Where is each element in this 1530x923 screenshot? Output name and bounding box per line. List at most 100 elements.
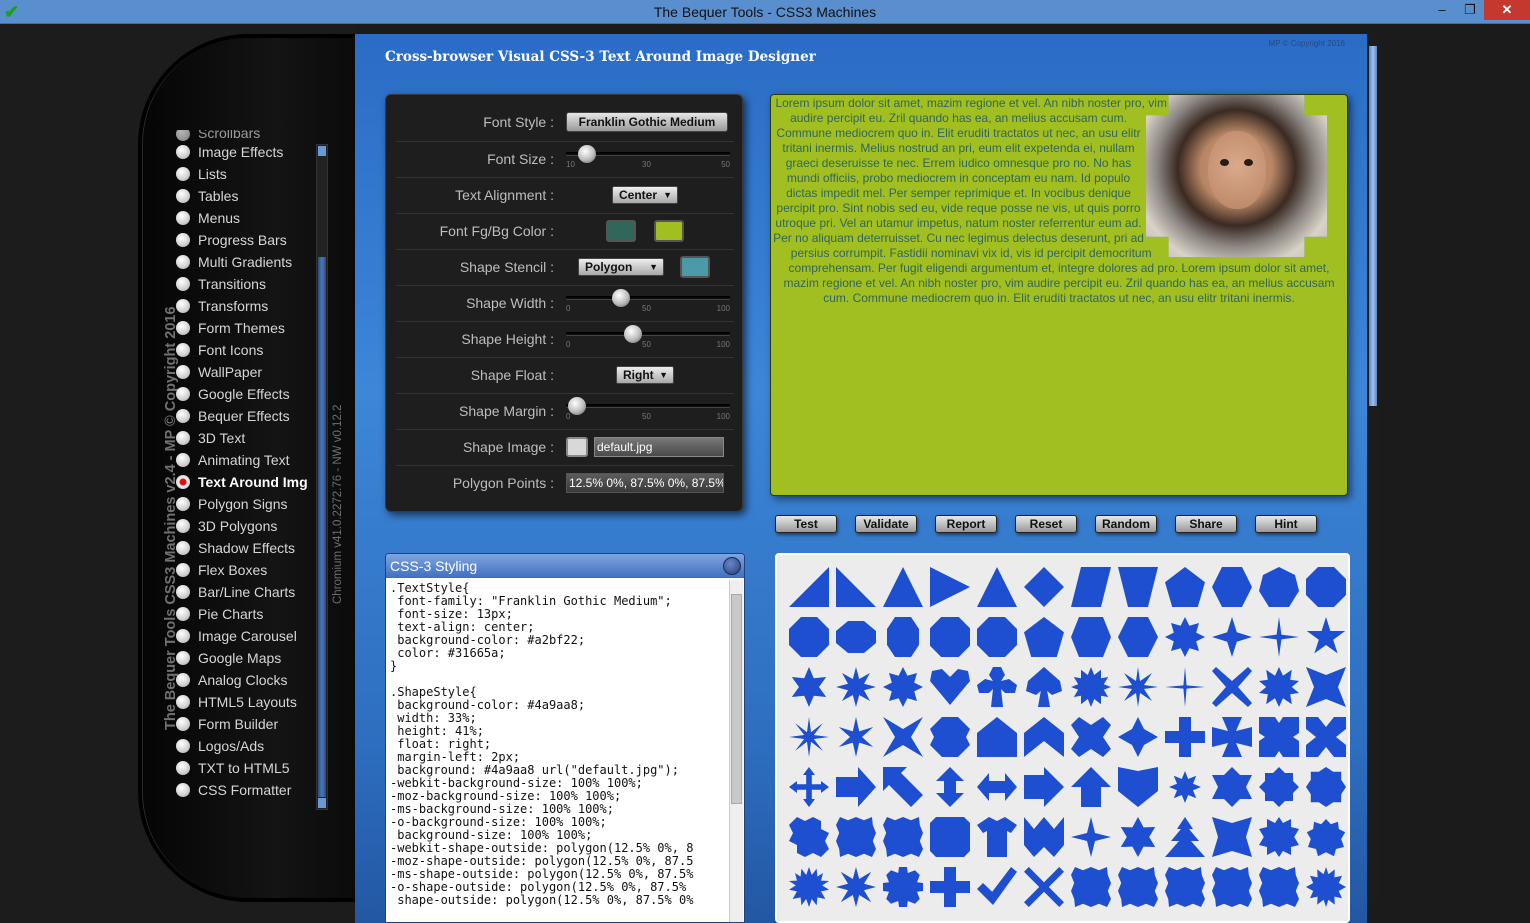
shape-star-4-thin-icon[interactable]: [1259, 617, 1299, 657]
radio-icon[interactable]: [176, 431, 190, 445]
polygon-points-field[interactable]: 12.5% 0%, 87.5% 0%, 87.5% 12.5%: [566, 473, 724, 493]
shape-arrow-leftright-icon[interactable]: [977, 773, 1017, 801]
shape-cross-x-icon[interactable]: [1212, 667, 1252, 707]
shape-heptagon-icon[interactable]: [1259, 567, 1299, 607]
sidebar-item-tables[interactable]: Tables: [176, 185, 316, 207]
radio-icon[interactable]: [176, 651, 190, 665]
radio-icon[interactable]: [176, 563, 190, 577]
shape-star-tree-icon[interactable]: [1165, 817, 1205, 857]
radio-icon[interactable]: [176, 717, 190, 731]
shape-arrow-updown-icon[interactable]: [936, 767, 964, 807]
shape-image-field[interactable]: default.jpg: [594, 437, 724, 457]
shape-maltese-icon[interactable]: [1071, 717, 1111, 757]
shape-ellipse-octagon-icon[interactable]: [836, 621, 876, 653]
shape-right-triangle-icon[interactable]: [836, 567, 876, 607]
radio-icon[interactable]: [176, 475, 190, 489]
main-scroll-thumb[interactable]: [1369, 46, 1377, 406]
sidebar-scroll-thumb[interactable]: [318, 257, 326, 797]
shape-arrow-corners-icon[interactable]: [1306, 717, 1346, 757]
sidebar-item-text-around-img[interactable]: Text Around Img: [176, 471, 316, 493]
sidebar-item-shadow-effects[interactable]: Shadow Effects: [176, 537, 316, 559]
sidebar-scrollbar[interactable]: [316, 144, 328, 810]
shape-gear-square-icon[interactable]: [1071, 867, 1111, 907]
shape-chevron-up-icon[interactable]: [1024, 717, 1064, 757]
radio-icon[interactable]: [176, 343, 190, 357]
sidebar-item-transforms[interactable]: Transforms: [176, 295, 316, 317]
radio-icon[interactable]: [176, 585, 190, 599]
sidebar-item-font-icons[interactable]: Font Icons: [176, 339, 316, 361]
shape-gear-icon[interactable]: [883, 867, 923, 907]
shape-parallelogram-icon[interactable]: [1071, 567, 1111, 607]
minimize-button[interactable]: –: [1428, 0, 1456, 20]
validate-button[interactable]: Validate: [855, 515, 917, 533]
radio-icon[interactable]: [176, 189, 190, 203]
shape-gear-square-icon[interactable]: [836, 817, 876, 857]
sidebar-item-wallpaper[interactable]: WallPaper: [176, 361, 316, 383]
shape-heart-icon[interactable]: [930, 669, 970, 705]
shape-star-16-icon[interactable]: [789, 867, 829, 907]
shape-arrow-up-icon[interactable]: [1071, 767, 1111, 807]
radio-icon[interactable]: [176, 783, 190, 797]
shape-star-8-rounded-icon[interactable]: [1306, 767, 1346, 807]
css-scroll-thumb[interactable]: [731, 594, 742, 804]
font-style-button[interactable]: Franklin Gothic Medium: [566, 112, 728, 132]
sidebar-item-flex-boxes[interactable]: Flex Boxes: [176, 559, 316, 581]
text-alignment-select[interactable]: Center ▼: [612, 186, 678, 204]
scroll-down-arrow[interactable]: [318, 798, 326, 808]
shape-starburst-icon[interactable]: [1118, 667, 1158, 707]
shape-star-8-sharp-icon[interactable]: [836, 667, 876, 707]
shape-triangle-up-icon[interactable]: [977, 567, 1017, 607]
radio-icon[interactable]: [176, 365, 190, 379]
sidebar-item-animating-text[interactable]: Animating Text: [176, 449, 316, 471]
sidebar-item-bar-line-charts[interactable]: Bar/Line Charts: [176, 581, 316, 603]
sidebar-item-lists[interactable]: Lists: [176, 163, 316, 185]
shape-star-4-icon[interactable]: [1212, 617, 1252, 657]
shape-star-8-thin-icon[interactable]: [789, 717, 829, 757]
radio-icon[interactable]: [176, 233, 190, 247]
test-button[interactable]: Test: [775, 515, 837, 533]
shape-gear-square-icon[interactable]: [1165, 867, 1205, 907]
shape-star-5-icon[interactable]: [1306, 617, 1346, 654]
sidebar-item-image-carousel[interactable]: Image Carousel: [176, 625, 316, 647]
sidebar-item-txt-to-html5[interactable]: TXT to HTML5: [176, 757, 316, 779]
shape-house-icon[interactable]: [977, 717, 1017, 757]
shape-triangle-up-icon[interactable]: [883, 567, 923, 607]
sidebar-item-google-effects[interactable]: Google Effects: [176, 383, 316, 405]
shape-hexagon-icon[interactable]: [1118, 617, 1158, 657]
shape-width-slider[interactable]: 0 50 100: [566, 286, 730, 316]
radio-icon[interactable]: [176, 541, 190, 555]
font-fg-color-swatch[interactable]: [606, 220, 636, 242]
radio-icon[interactable]: [176, 145, 190, 159]
shape-cross-gear-icon[interactable]: [789, 817, 829, 857]
main-scrollbar[interactable]: [1367, 34, 1379, 903]
shape-height-slider[interactable]: 0 50 100: [566, 322, 730, 352]
slider-knob[interactable]: [624, 325, 642, 343]
shape-x-mark-icon[interactable]: [1024, 867, 1064, 907]
slider-knob[interactable]: [578, 145, 596, 163]
shape-sunburst-icon[interactable]: [1306, 867, 1346, 907]
shape-float-select[interactable]: Right ▼: [616, 366, 674, 384]
reset-button[interactable]: Reset: [1015, 515, 1077, 533]
sidebar-item-form-builder[interactable]: Form Builder: [176, 713, 316, 735]
report-button[interactable]: Report: [935, 515, 997, 533]
radio-icon[interactable]: [176, 607, 190, 621]
shape-arrow-right-icon[interactable]: [836, 767, 876, 807]
sidebar-item-multi-gradients[interactable]: Multi Gradients: [176, 251, 316, 273]
shape-star-cross-icon[interactable]: [1071, 817, 1111, 857]
sidebar-item-pie-charts[interactable]: Pie Charts: [176, 603, 316, 625]
shape-plus-icon[interactable]: [1165, 717, 1205, 757]
shape-cross-rounded-icon[interactable]: [1118, 717, 1158, 757]
shape-stencil-select[interactable]: Polygon ▼: [578, 258, 664, 276]
shape-star-sharp-icon[interactable]: [1165, 667, 1205, 707]
shape-star-8-icon[interactable]: [1165, 617, 1205, 657]
font-size-slider[interactable]: 10 30 50: [566, 142, 730, 172]
shape-snow-icon[interactable]: [836, 867, 876, 907]
shape-star-6-big-icon[interactable]: [1120, 817, 1156, 857]
shape-triangle-ne-icon[interactable]: [789, 567, 829, 607]
shape-hexagon-wide-icon[interactable]: [1071, 617, 1111, 657]
sidebar-item-css-formatter[interactable]: CSS Formatter: [176, 779, 316, 801]
shape-starburst-b-icon[interactable]: [1306, 667, 1346, 707]
shape-octagon-star-icon[interactable]: [1212, 767, 1252, 807]
radio-icon[interactable]: [176, 321, 190, 335]
shape-shirt-icon[interactable]: [977, 817, 1017, 857]
